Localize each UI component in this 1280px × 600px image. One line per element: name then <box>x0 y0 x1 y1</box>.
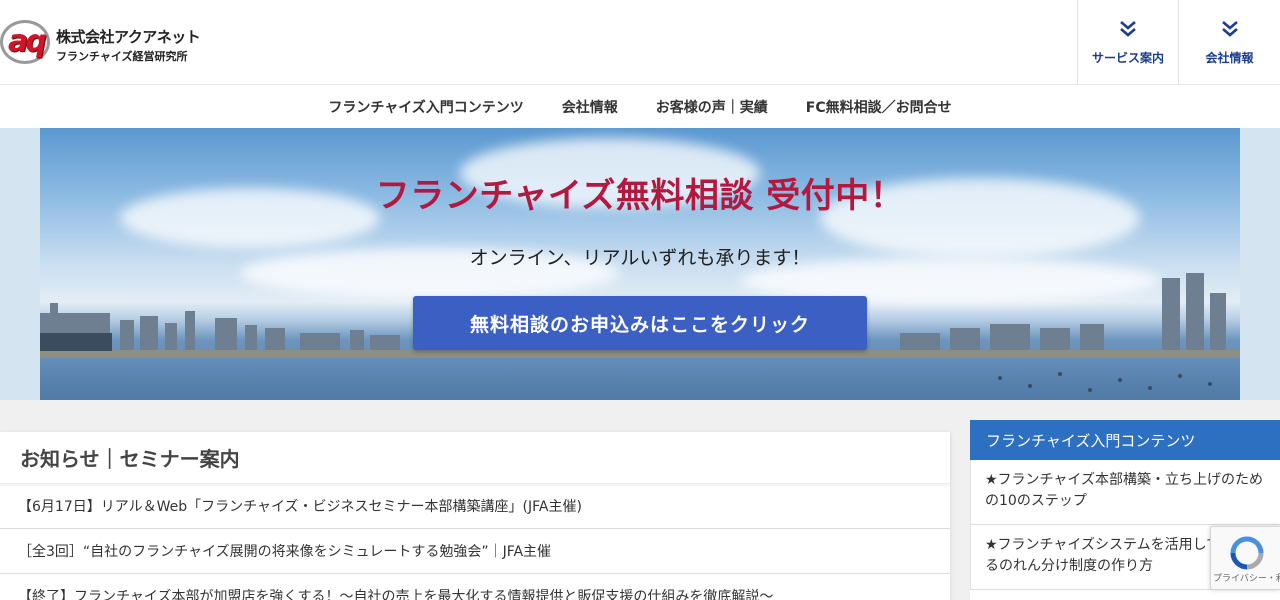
company-subtitle: フランチャイズ経営研究所 <box>56 50 188 63</box>
recaptcha-icon <box>1229 535 1265 571</box>
double-chevron-down-icon <box>1118 19 1138 39</box>
hero-subtitle: オンライン、リアルいずれも承ります！ <box>469 247 811 269</box>
logo-mark: aq <box>0 20 54 64</box>
double-chevron-down-icon <box>1220 19 1240 39</box>
company-info-label: 会社情報 <box>1205 51 1254 65</box>
free-consultation-button[interactable]: 無料相談のお申込みはここをクリック <box>413 296 867 350</box>
news-item[interactable]: 【終了】フランチャイズ本部が加盟店を強くする！～自社の売上を最大化する情報提供と… <box>0 574 950 600</box>
hero-title: フランチャイズ無料相談 受付中！ <box>375 176 905 216</box>
news-panel: お知らせ｜セミナー案内 【6月17日】リアル＆Web「フランチャイズ・ビジネスセ… <box>0 432 950 600</box>
news-item[interactable]: ［全3回］“自社のフランチャイズ展開の将来像をシミュレートする勉強会”｜JFA主… <box>0 529 950 574</box>
news-item[interactable]: 【6月17日】リアル＆Web「フランチャイズ・ビジネスセミナー本部構築講座」(J… <box>0 484 950 529</box>
sidebar-title: フランチャイズ入門コンテンツ <box>970 420 1280 460</box>
site-header: aq 株式会社アクアネット フランチャイズ経営研究所 サービス案内 会社情報 <box>0 0 1280 85</box>
sidebar-item[interactable]: ★フランチャイズ本部構築・立ち上げのための10のステップ <box>970 460 1280 525</box>
nav-item-franchise-intro[interactable]: フランチャイズ入門コンテンツ <box>309 97 542 117</box>
main-nav: フランチャイズ入門コンテンツ 会社情報 お客様の声｜実績 FC無料相談／お問合せ <box>0 85 1280 128</box>
recaptcha-text[interactable]: プライバシー・利用規約 <box>1213 571 1280 584</box>
company-info-button[interactable]: 会社情報 <box>1178 0 1280 85</box>
service-guide-label: サービス案内 <box>1091 51 1164 65</box>
nav-item-fc-consultation[interactable]: FC無料相談／お問合せ <box>787 97 971 117</box>
company-logo[interactable]: aq 株式会社アクアネット フランチャイズ経営研究所 <box>0 18 201 66</box>
service-guide-button[interactable]: サービス案内 <box>1077 0 1178 85</box>
nav-item-company-info[interactable]: 会社情報 <box>543 97 637 117</box>
hero-banner: フランチャイズ無料相談 受付中！ オンライン、リアルいずれも承ります！ 無料相談… <box>40 128 1240 400</box>
news-title: お知らせ｜セミナー案内 <box>0 432 950 484</box>
company-name: 株式会社アクアネット <box>56 28 201 46</box>
nav-item-customer-voice[interactable]: お客様の声｜実績 <box>637 97 787 117</box>
recaptcha-badge[interactable]: プライバシー・利用規約 <box>1210 526 1280 590</box>
